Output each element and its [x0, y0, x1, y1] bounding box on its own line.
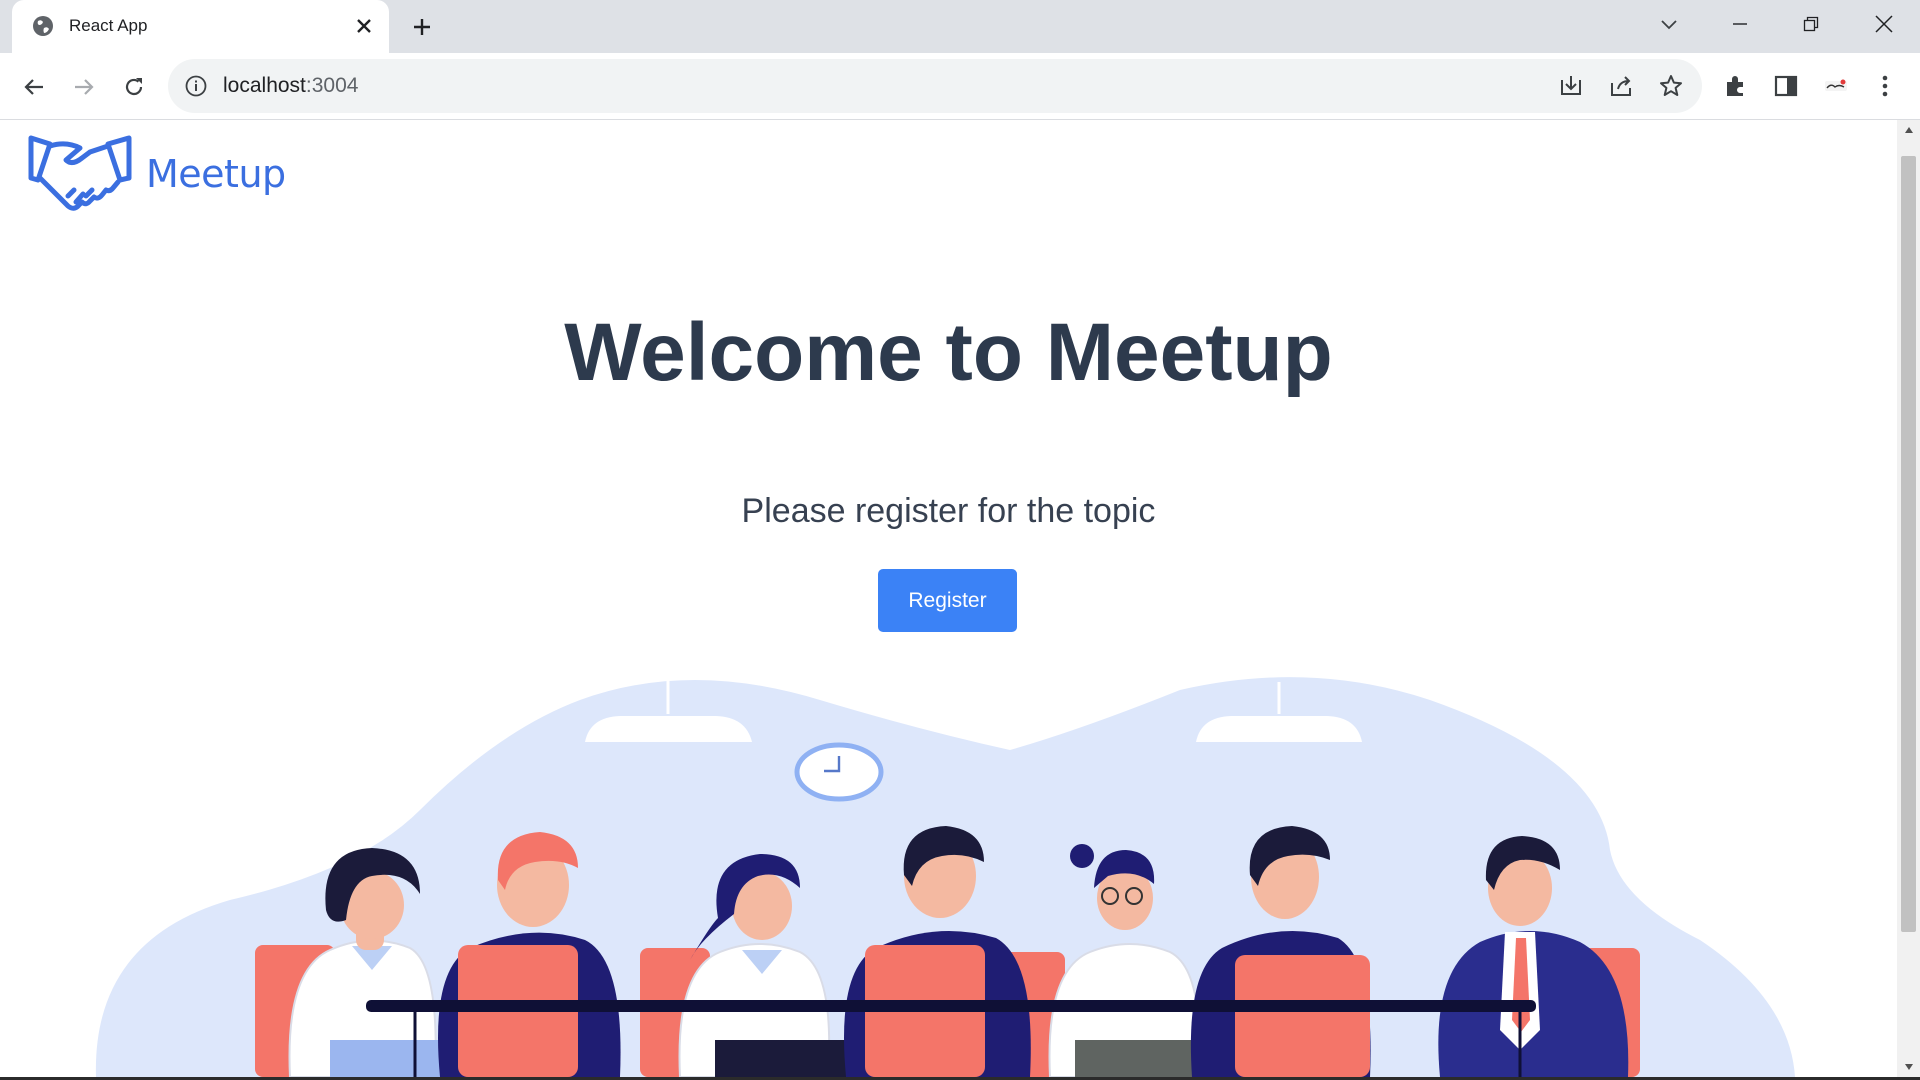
- new-tab-button[interactable]: [408, 13, 436, 41]
- meeting-illustration: [95, 670, 1795, 1077]
- download-icon: [1561, 76, 1581, 95]
- address-bar[interactable]: localhost:3004: [168, 59, 1702, 113]
- triangle-up-icon: [1904, 127, 1913, 133]
- extensions-button[interactable]: [1721, 71, 1751, 101]
- close-icon: [357, 19, 371, 33]
- share-icon: [1611, 76, 1631, 96]
- forward-button[interactable]: [67, 70, 101, 104]
- close-icon: [1875, 15, 1893, 33]
- more-vert-icon: [1882, 75, 1888, 97]
- register-button[interactable]: Register: [878, 569, 1017, 632]
- close-window-button[interactable]: [1862, 10, 1906, 38]
- profile-button[interactable]: [1821, 71, 1851, 101]
- vertical-scrollbar[interactable]: [1897, 120, 1920, 1077]
- page-viewport: Meetup Welcome to Meetup Please register…: [0, 120, 1897, 1077]
- handshake-logo-icon: [28, 135, 132, 211]
- triangle-down-icon: [1904, 1064, 1913, 1070]
- url-host: localhost: [223, 74, 306, 97]
- page-title: Welcome to Meetup: [564, 307, 1333, 398]
- globe-icon: [33, 16, 53, 36]
- tab-strip: React App: [0, 0, 1920, 53]
- share-button[interactable]: [1607, 72, 1635, 100]
- reload-button[interactable]: [117, 70, 151, 104]
- menu-button[interactable]: [1870, 71, 1900, 101]
- arrow-right-icon: [75, 79, 94, 95]
- close-tab-button[interactable]: [352, 14, 376, 38]
- back-button[interactable]: [17, 70, 51, 104]
- minimize-icon: [1733, 23, 1747, 25]
- scrollbar-thumb[interactable]: [1901, 156, 1916, 932]
- browser-tab[interactable]: React App: [12, 0, 389, 53]
- scroll-down-button[interactable]: [1897, 1057, 1920, 1077]
- puzzle-icon: [1727, 76, 1743, 96]
- reload-icon: [125, 78, 143, 96]
- tab-search-button[interactable]: [1647, 10, 1691, 38]
- page-subtitle: Please register for the topic: [741, 492, 1156, 530]
- side-panel-button[interactable]: [1771, 71, 1801, 101]
- install-app-button[interactable]: [1557, 72, 1585, 100]
- restore-button[interactable]: [1789, 10, 1833, 38]
- browser-toolbar: localhost:3004: [0, 53, 1920, 120]
- minimize-button[interactable]: [1718, 10, 1762, 38]
- info-icon[interactable]: [184, 74, 208, 98]
- arrow-left-icon: [24, 79, 43, 95]
- logo-text[interactable]: Meetup: [146, 152, 286, 196]
- url-port: :3004: [305, 74, 359, 97]
- tab-title: React App: [69, 16, 148, 35]
- star-icon: [1660, 75, 1682, 96]
- side-panel-icon: [1774, 75, 1798, 97]
- url-text[interactable]: localhost:3004: [223, 74, 358, 98]
- bookmark-button[interactable]: [1657, 72, 1685, 100]
- chevron-down-icon: [1661, 20, 1677, 30]
- scroll-up-button[interactable]: [1897, 120, 1920, 140]
- avatar: [1825, 79, 1847, 91]
- plus-icon: [414, 19, 430, 35]
- restore-icon: [1803, 16, 1819, 32]
